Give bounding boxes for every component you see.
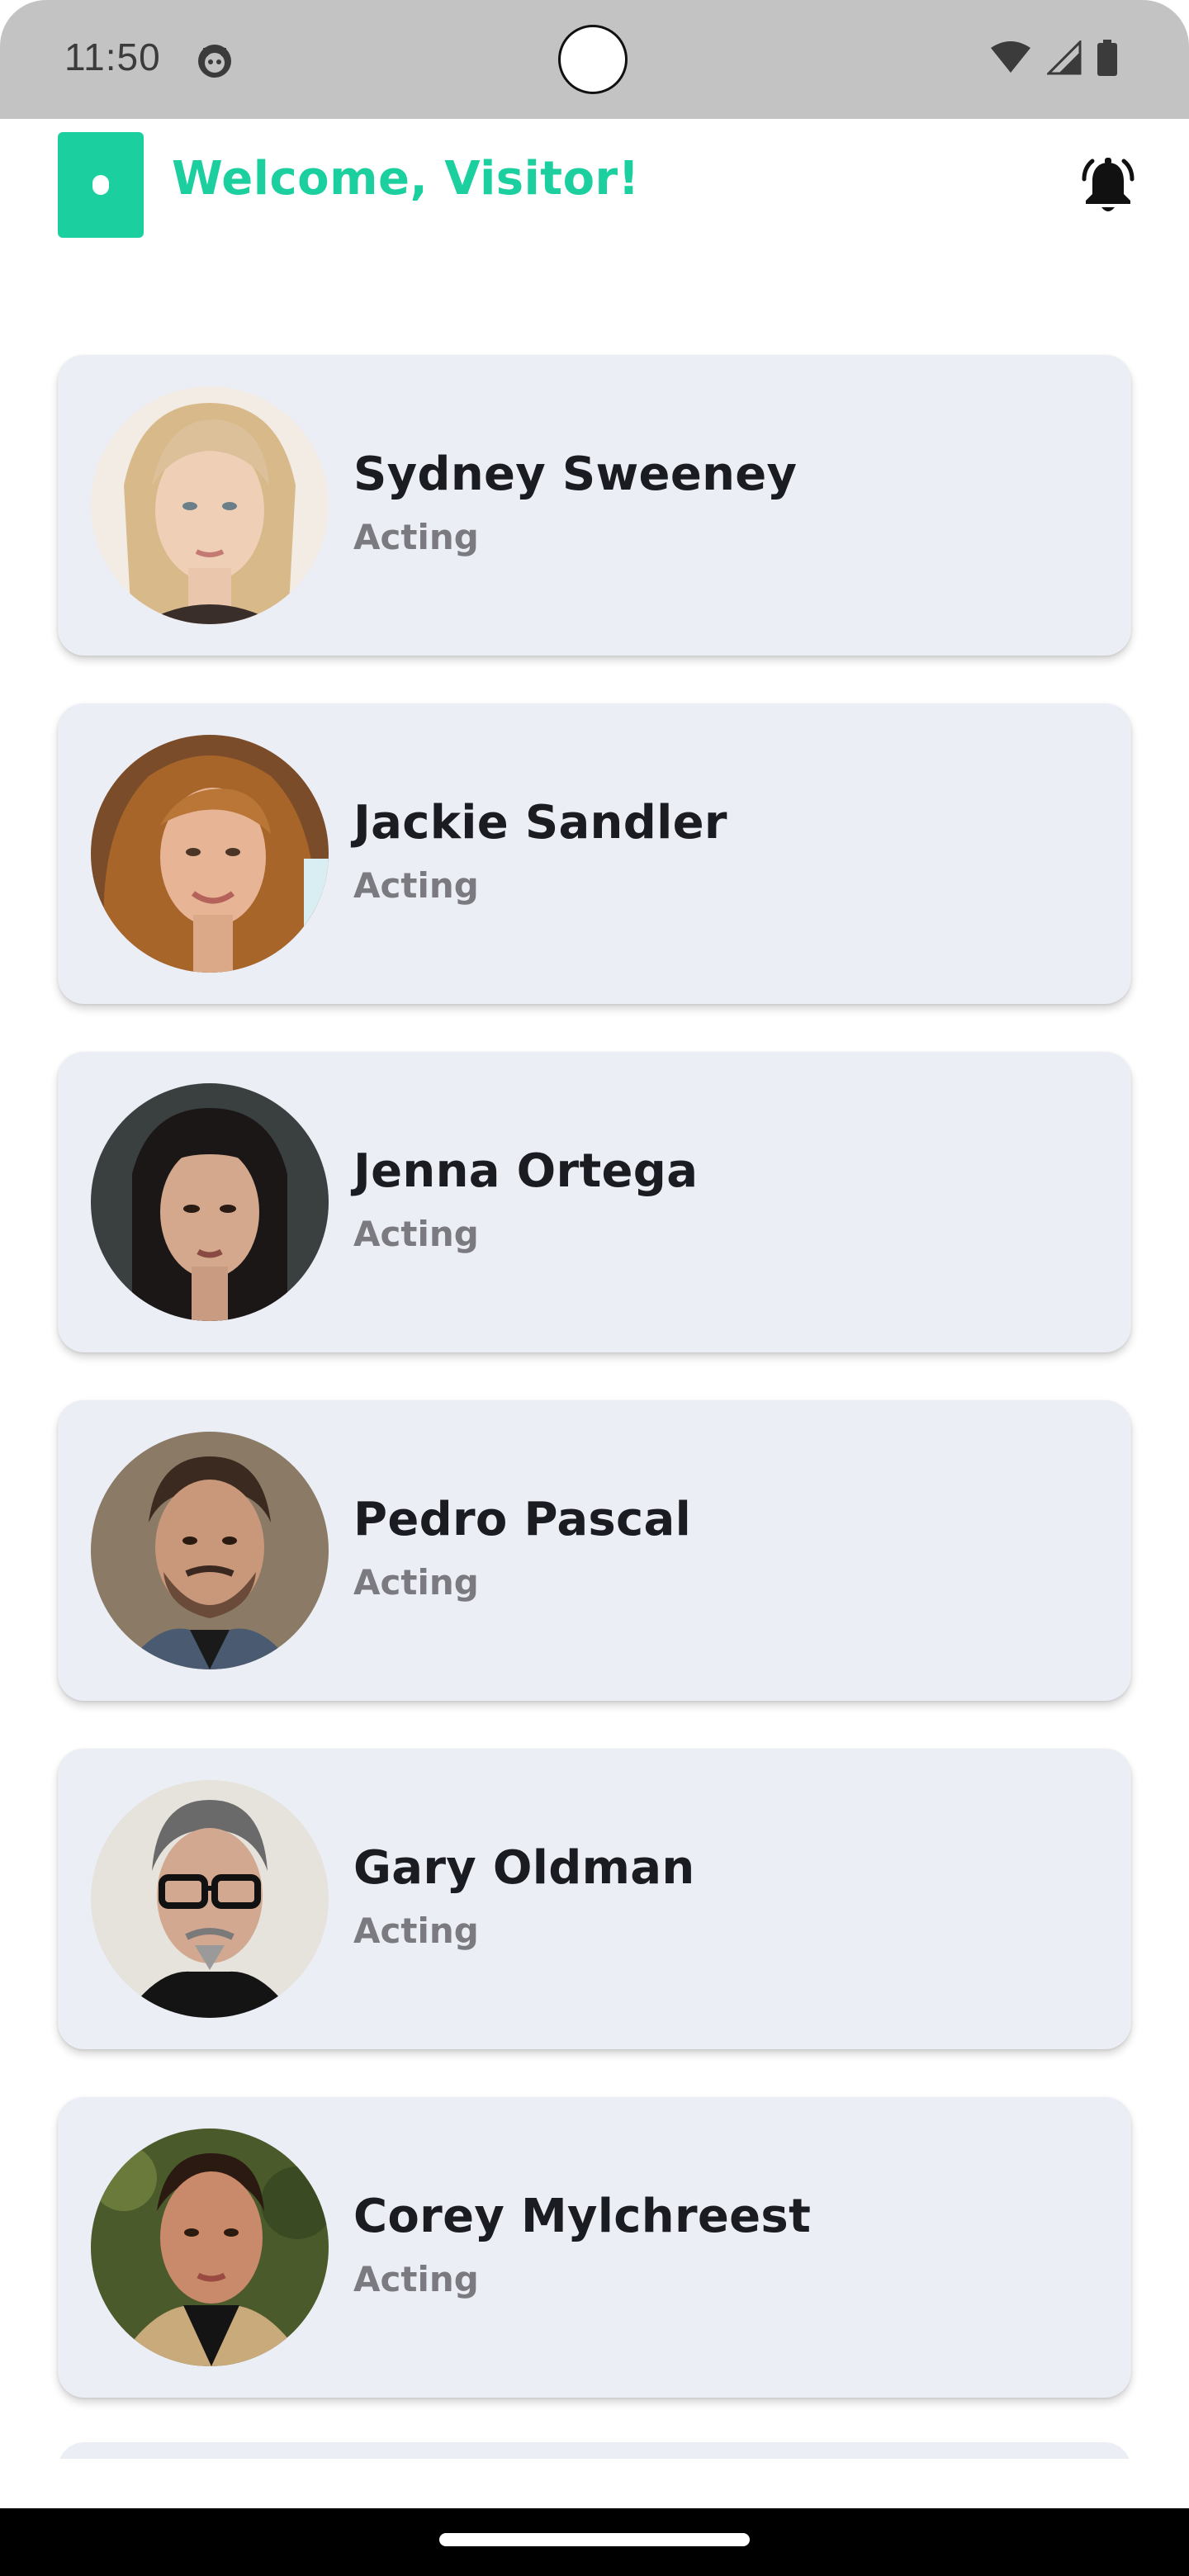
avatar [91,1083,329,1321]
app-notification-icon [197,43,233,79]
card-name: Jackie Sandler [353,796,727,850]
talent-card[interactable]: Corey Mylchreest Acting [58,2097,1131,2398]
card-name: Sydney Sweeney [353,447,798,501]
avatar [91,735,329,973]
app-logo-dot [92,175,109,195]
card-category: Acting [353,865,479,906]
talent-card[interactable]: Jackie Sandler Acting [58,703,1131,1004]
talent-card[interactable]: Jenna Ortega Acting [58,1052,1131,1352]
card-category: Acting [353,2259,479,2299]
talent-card[interactable]: Pedro Pascal Acting [58,1400,1131,1701]
home-gesture-handle[interactable] [439,2533,750,2546]
card-name: Corey Mylchreest [353,2190,812,2243]
app-logo-icon [58,132,144,238]
avatar [91,1780,329,2018]
status-icons [989,39,1118,79]
wifi-icon [989,41,1032,78]
app-screen: 11:50 Welcome, Visitor! Sydney Sweeney A… [0,0,1189,2576]
status-time: 11:50 [64,36,161,78]
talent-card[interactable]: Sydney Sweeney Acting [58,355,1131,656]
avatar [91,2129,329,2366]
list-bottom-edge [0,2459,1189,2508]
card-category: Acting [353,1214,479,1254]
notifications-button[interactable] [1073,154,1143,223]
card-category: Acting [353,1911,479,1951]
cellular-signal-icon [1045,39,1082,78]
talent-card[interactable]: Gary Oldman Acting [58,1749,1131,2049]
app-header: Welcome, Visitor! [0,119,1189,251]
avatar [91,1432,329,1669]
talent-list: Sydney Sweeney Acting Jackie Sandler Act… [58,355,1131,2446]
card-category: Acting [353,517,479,557]
card-name: Gary Oldman [353,1841,695,1895]
battery-icon [1097,40,1118,79]
bell-icon [1076,154,1140,222]
card-name: Pedro Pascal [353,1493,692,1546]
status-bar: 11:50 [0,0,1189,119]
welcome-title: Welcome, Visitor! [172,152,640,206]
camera-cutout [558,25,628,94]
card-name: Jenna Ortega [353,1144,699,1198]
avatar [91,386,329,624]
system-navigation-bar [0,2508,1189,2576]
card-category: Acting [353,1562,479,1603]
